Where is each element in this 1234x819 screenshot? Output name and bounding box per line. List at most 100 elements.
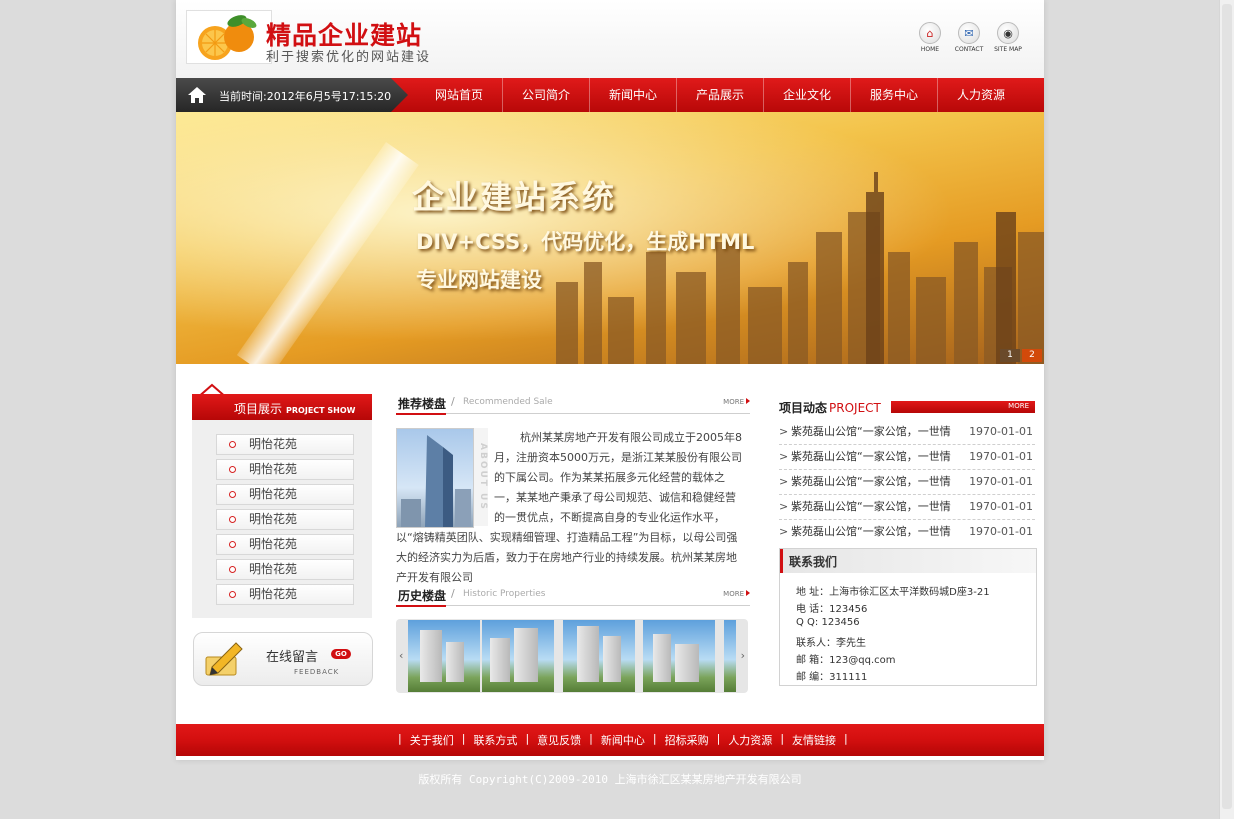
recommend-section-header: 推荐楼盘 / Recommended Sale MORE xyxy=(396,393,750,415)
project-list-item[interactable]: 明怡花苑 xyxy=(216,559,354,580)
bullet-icon: > xyxy=(779,425,789,438)
history-title-en: Historic Properties xyxy=(463,589,546,599)
footer-link-news[interactable]: 新闻中心 xyxy=(601,732,645,748)
news-title: 紫苑磊山公馆“一家公馆，一世情 xyxy=(791,475,951,488)
project-item-label: 明怡花苑 xyxy=(249,537,298,551)
bullet-icon xyxy=(229,516,236,523)
nav-item-hr[interactable]: 人力资源 xyxy=(937,78,1024,112)
banner-page-1[interactable]: 1 xyxy=(1000,349,1020,362)
sitemap-link[interactable]: ◉ SITE MAP xyxy=(994,22,1022,53)
news-item[interactable]: > 紫苑磊山公馆“一家公馆，一世情 1970-01-01 xyxy=(779,495,1035,520)
history-gallery: ‹ › xyxy=(396,619,748,693)
contact-zip: 邮 编：311111 xyxy=(796,672,868,683)
contact-label: CONTACT xyxy=(954,46,984,53)
news-date: 1970-01-01 xyxy=(969,425,1033,438)
contact-link[interactable]: ✉ CONTACT xyxy=(955,22,983,53)
news-item[interactable]: > 紫苑磊山公馆“一家公馆，一世情 1970-01-01 xyxy=(779,470,1035,495)
news-date: 1970-01-01 xyxy=(969,450,1033,463)
title-underline xyxy=(396,605,446,607)
feedback-go-badge: GO xyxy=(331,649,351,659)
banner-line-3: 专业网站建设 xyxy=(416,268,542,292)
site-subtitle: 利于搜索优化的网站建设 xyxy=(266,50,432,65)
project-list-item[interactable]: 明怡花苑 xyxy=(216,459,354,480)
bullet-icon: > xyxy=(779,500,789,513)
contact-phone: 电 话：123456 xyxy=(796,604,868,615)
bullet-icon: > xyxy=(779,475,789,488)
nav-item-service[interactable]: 服务中心 xyxy=(850,78,937,112)
gallery-image[interactable] xyxy=(643,620,715,692)
bullet-icon xyxy=(229,591,236,598)
history-more-link[interactable]: MORE xyxy=(723,590,750,598)
footer-nav-bar: | 关于我们 | 联系方式 | 意见反馈 | 新闻中心 | 招标采购 | 人力资源 | 友情… xyxy=(176,724,1044,756)
building-graphic xyxy=(401,435,471,527)
project-list-item[interactable]: 明怡花苑 xyxy=(216,584,354,605)
logo-image[interactable] xyxy=(186,10,272,64)
feedback-label-en: FEEDBACK xyxy=(294,668,340,676)
feedback-pencil-icon xyxy=(205,642,243,676)
contact-icon: ✉ xyxy=(958,22,980,44)
nav-item-home[interactable]: 网站首页 xyxy=(416,78,502,112)
project-list-item[interactable]: 明怡花苑 xyxy=(216,534,354,555)
project-news-header: 项目动态 PROJECT MORE xyxy=(779,398,1035,416)
project-show-title-en: PROJECT SHOW xyxy=(286,406,356,415)
banner-pager: 1 2 xyxy=(1000,349,1042,362)
news-item[interactable]: > 紫苑磊山公馆“一家公馆，一世情 1970-01-01 xyxy=(779,420,1035,445)
nav-item-products[interactable]: 产品展示 xyxy=(676,78,763,112)
project-list: 明怡花苑 明怡花苑 明怡花苑 明怡花苑 明怡花苑 明怡花苑 明怡花苑 xyxy=(192,420,372,618)
footer-separator: | xyxy=(652,732,657,745)
project-item-label: 明怡花苑 xyxy=(249,512,298,526)
gallery-image-partial[interactable] xyxy=(724,620,736,692)
bullet-icon xyxy=(229,566,236,573)
footer-link-hr[interactable]: 人力资源 xyxy=(728,732,772,748)
news-item[interactable]: > 紫苑磊山公馆“一家公馆，一世情 1970-01-01 xyxy=(779,445,1035,470)
project-list-item[interactable]: 明怡花苑 xyxy=(216,484,354,505)
current-time: 当前时间:2012年6月5号17:15:20 xyxy=(219,90,392,103)
vertical-scrollbar[interactable] xyxy=(1219,0,1234,819)
footer-link-contact[interactable]: 联系方式 xyxy=(473,732,517,748)
nav-item-about[interactable]: 公司简介 xyxy=(502,78,589,112)
news-title: 紫苑磊山公馆“一家公馆，一世情 xyxy=(791,500,951,513)
banner-line-2: DIV+CSS，代码优化，生成HTML xyxy=(416,230,755,254)
gallery-image[interactable] xyxy=(408,620,480,692)
footer-link-friends[interactable]: 友情链接 xyxy=(792,732,836,748)
recommend-title-en: Recommended Sale xyxy=(463,397,553,407)
project-show-title-text: 项目展示 xyxy=(234,402,283,416)
footer-separator: | xyxy=(589,732,593,745)
scrollbar-thumb[interactable] xyxy=(1222,4,1232,809)
footer-separator: | xyxy=(844,732,848,745)
banner-headline: 企业建站系统 xyxy=(412,178,617,216)
project-news-title-text: 项目动态 xyxy=(779,401,828,415)
banner-page-2[interactable]: 2 xyxy=(1022,349,1042,362)
nav-links: 网站首页 公司简介 新闻中心 产品展示 企业文化 服务中心 人力资源 xyxy=(416,78,1024,112)
footer-link-about[interactable]: 关于我们 xyxy=(410,732,454,748)
gallery-image[interactable] xyxy=(563,620,635,692)
recommend-more-link[interactable]: MORE xyxy=(723,398,750,406)
footer-separator: | xyxy=(525,732,530,745)
gallery-prev-arrow[interactable]: ‹ xyxy=(399,649,403,662)
project-item-label: 明怡花苑 xyxy=(249,437,298,451)
gallery-image[interactable] xyxy=(482,620,554,692)
about-building-image[interactable] xyxy=(396,428,474,528)
contact-person: 联系人：李先生 xyxy=(796,638,866,649)
project-list-item[interactable]: 明怡花苑 xyxy=(216,434,354,455)
feedback-button[interactable]: 在线留言 GO FEEDBACK xyxy=(193,632,373,686)
project-list-item[interactable]: 明怡花苑 xyxy=(216,509,354,530)
hero-banner[interactable]: 企业建站系统 DIV+CSS，代码优化，生成HTML 专业网站建设 1 2 xyxy=(176,112,1044,364)
project-item-label: 明怡花苑 xyxy=(249,587,298,601)
nav-item-culture[interactable]: 企业文化 xyxy=(763,78,850,112)
footer-link-bidding[interactable]: 招标采购 xyxy=(665,732,709,748)
copyright-text: 版权所有 Copyright(C)2009-2010 上海市徐汇区某某房地产开发… xyxy=(418,773,802,786)
title-separator: / xyxy=(451,587,455,600)
footer-separator: | xyxy=(461,732,466,745)
nav-item-news[interactable]: 新闻中心 xyxy=(589,78,676,112)
title-separator: / xyxy=(451,395,455,408)
footer-link-feedback[interactable]: 意见反馈 xyxy=(537,732,581,748)
gallery-next-arrow[interactable]: › xyxy=(741,649,745,662)
contact-qq: Q Q: 123456 xyxy=(796,617,860,628)
home-link[interactable]: ⌂ HOME xyxy=(916,22,944,53)
news-item[interactable]: > 紫苑磊山公馆“一家公馆，一世情 1970-01-01 xyxy=(779,520,1035,544)
project-news-more-link[interactable]: MORE xyxy=(1008,402,1029,410)
home-label: HOME xyxy=(920,46,940,53)
news-date: 1970-01-01 xyxy=(969,475,1033,488)
contact-email[interactable]: 邮 箱：123@qq.com xyxy=(796,651,896,666)
